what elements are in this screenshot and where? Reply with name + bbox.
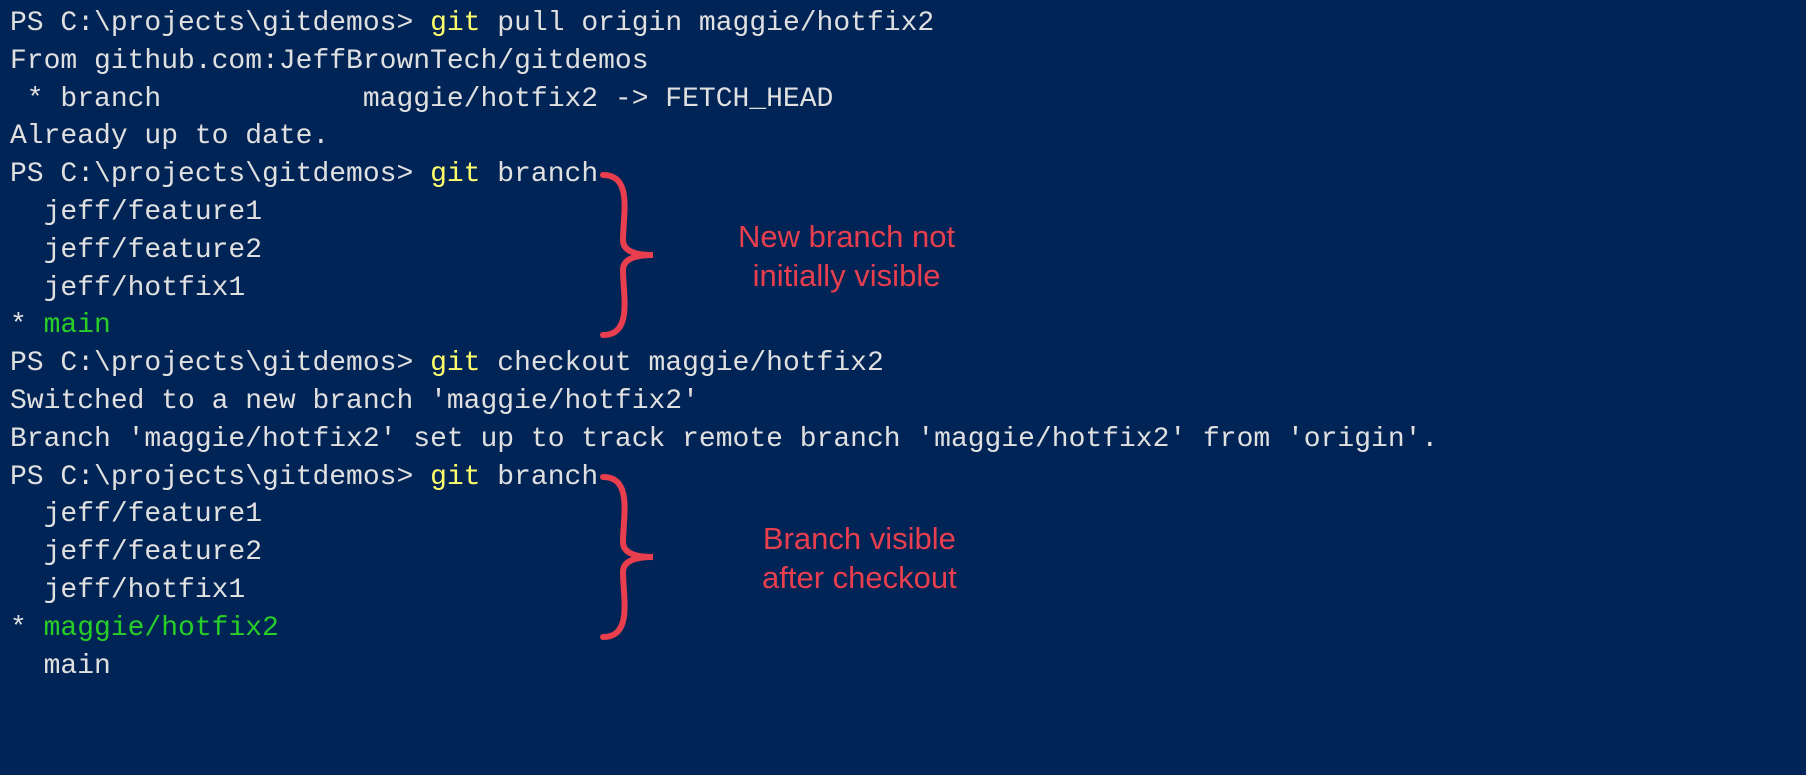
current-marker: * — [10, 310, 44, 341]
git-command: git — [430, 462, 480, 493]
brace-icon — [583, 472, 673, 642]
brace-icon — [583, 170, 673, 340]
prompt: PS C:\projects\gitdemos> — [10, 462, 430, 493]
output-line: PS C:\projects\gitdemos> git branch — [10, 156, 1796, 194]
command-args: branch — [481, 159, 599, 190]
git-command: git — [430, 348, 480, 379]
annotation-text-line: after checkout — [762, 559, 957, 598]
output-line: PS C:\projects\gitdemos> git pull origin… — [10, 5, 1796, 43]
branch-item: main — [10, 648, 1796, 686]
annotation-text-line: New branch not — [738, 218, 955, 257]
output-line: * branch maggie/hotfix2 -> FETCH_HEAD — [10, 81, 1796, 119]
command-args: checkout maggie/hotfix2 — [481, 348, 884, 379]
output-line: Already up to date. — [10, 118, 1796, 156]
prompt: PS C:\projects\gitdemos> — [10, 348, 430, 379]
output-line: Switched to a new branch 'maggie/hotfix2… — [10, 383, 1796, 421]
annotation-label: Branch visible after checkout — [762, 520, 957, 598]
git-command: git — [430, 8, 480, 39]
current-branch: main — [44, 310, 111, 341]
output-line: PS C:\projects\gitdemos> git branch — [10, 459, 1796, 497]
output-line: From github.com:JeffBrownTech/gitdemos — [10, 43, 1796, 81]
branch-item-current: * maggie/hotfix2 — [10, 610, 1796, 648]
output-line: PS C:\projects\gitdemos> git checkout ma… — [10, 345, 1796, 383]
branch-item-current: * main — [10, 307, 1796, 345]
output-line: Branch 'maggie/hotfix2' set up to track … — [10, 421, 1796, 459]
command-args: branch — [481, 462, 599, 493]
git-command: git — [430, 159, 480, 190]
annotation-label: New branch not initially visible — [738, 218, 955, 296]
command-args: pull origin maggie/hotfix2 — [481, 8, 935, 39]
prompt: PS C:\projects\gitdemos> — [10, 159, 430, 190]
current-branch: maggie/hotfix2 — [44, 613, 279, 644]
annotation-text-line: Branch visible — [762, 520, 957, 559]
current-marker: * — [10, 613, 44, 644]
prompt: PS C:\projects\gitdemos> — [10, 8, 430, 39]
annotation-text-line: initially visible — [738, 257, 955, 296]
